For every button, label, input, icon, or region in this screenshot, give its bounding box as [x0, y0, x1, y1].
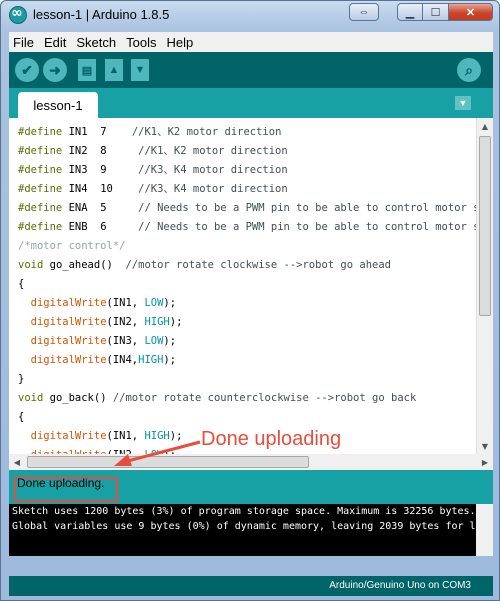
close-button[interactable]: ✕ — [449, 3, 493, 21]
serial-monitor-button[interactable]: ⌕ — [457, 58, 481, 82]
menu-file[interactable]: File — [13, 35, 34, 50]
status-message: Done uploading. — [17, 476, 105, 490]
scroll-up-icon[interactable]: ▲ — [477, 118, 493, 134]
console-line: Global variables use 9 bytes (0%) of dyn… — [12, 521, 493, 532]
magnifier-icon: ⌕ — [465, 61, 473, 78]
minimize-button[interactable]: ▁ — [397, 3, 423, 21]
save-button[interactable]: ▼ — [131, 59, 149, 81]
code-line: #define ENB 6 // Needs to be a PWM pin t… — [18, 221, 493, 233]
tab-bar: lesson-1 ▼ — [9, 88, 493, 118]
annotation-label: Done uploading — [201, 428, 342, 450]
toolbar: ✔ ➜ ▤ ▲ ▼ ⌕ — [9, 52, 493, 88]
board-port-label: Arduino/Genuino Uno on COM3 — [329, 580, 471, 591]
upload-button[interactable]: ➜ — [43, 58, 67, 82]
code-line: digitalWrite(IN3, LOW); — [30, 335, 177, 347]
tab-menu-button[interactable]: ▼ — [455, 96, 471, 110]
menu-edit[interactable]: Edit — [44, 35, 66, 50]
output-console[interactable]: Sketch uses 1200 bytes (3%) of program s… — [9, 504, 493, 556]
code-line: digitalWrite(IN1, LOW); — [30, 297, 177, 309]
checkmark-icon: ✔ — [21, 61, 33, 78]
horizontal-scrollbar[interactable]: ◀ ▶ — [9, 454, 493, 470]
triangle-down-icon: ▼ — [458, 98, 468, 108]
code-line: } — [18, 373, 25, 385]
code-line: #define IN1 7 //K1、K2 motor direction — [18, 126, 282, 138]
code-line: { — [18, 411, 25, 423]
menu-bar: File Edit Sketch Tools Help — [9, 32, 493, 52]
menu-tools[interactable]: Tools — [126, 35, 156, 50]
status-footer: Arduino/Genuino Uno on COM3 — [9, 576, 493, 596]
scroll-left-icon[interactable]: ◀ — [9, 454, 25, 470]
arduino-logo-icon — [9, 5, 27, 24]
arrow-up-icon: ▲ — [108, 64, 120, 76]
window-title: lesson-1 | Arduino 1.8.5 — [33, 7, 170, 22]
scroll-down-icon[interactable]: ▼ — [477, 438, 493, 454]
tab-lesson-1[interactable]: lesson-1 — [18, 92, 98, 118]
arrow-right-icon: ➜ — [49, 61, 61, 78]
new-button[interactable]: ▤ — [78, 59, 96, 81]
window-controls: ▁ ☐ ✕ — [397, 3, 493, 23]
code-line: /*motor control*/ — [18, 240, 126, 252]
vertical-scrollbar[interactable]: ▲ ▼ — [476, 118, 493, 454]
code-line: #define IN3 9 //K3、K4 motor direction — [18, 164, 288, 176]
arrow-down-icon: ▼ — [134, 64, 146, 76]
vertical-scroll-thumb[interactable] — [479, 136, 491, 316]
annotation-arrow-icon — [114, 440, 201, 466]
title-bar[interactable]: lesson-1 | Arduino 1.8.5 ⇔ ▁ ☐ ✕ — [1, 1, 499, 29]
menu-help[interactable]: Help — [166, 35, 193, 50]
code-line: digitalWrite(IN2, HIGH); — [30, 316, 183, 328]
open-button[interactable]: ▲ — [105, 59, 123, 81]
scroll-right-icon[interactable]: ▶ — [477, 454, 493, 470]
console-line: Sketch uses 1200 bytes (3%) of program s… — [12, 506, 476, 517]
code-line: void go_ahead() //motor rotate clockwise… — [18, 259, 391, 271]
verify-button[interactable]: ✔ — [15, 58, 39, 82]
code-line: { — [18, 278, 25, 290]
code-line: #define IN4 10 //K3、K4 motor direction — [18, 183, 288, 195]
code-line: void go_back() //motor rotate counterclo… — [18, 392, 417, 404]
code-line: #define ENA 5 // Needs to be a PWM pin t… — [18, 202, 493, 214]
code-editor[interactable]: #define IN1 7 //K1、K2 motor direction #de… — [9, 118, 493, 454]
document-icon: ▤ — [81, 64, 93, 77]
console-scrollbar[interactable] — [476, 504, 493, 556]
menu-sketch[interactable]: Sketch — [76, 35, 116, 50]
resize-icon[interactable]: ⇔ — [349, 3, 379, 21]
arduino-window: lesson-1 | Arduino 1.8.5 ⇔ ▁ ☐ ✕ File Ed… — [0, 0, 500, 601]
code-line: digitalWrite(IN4,HIGH); — [30, 354, 177, 366]
code-area[interactable]: #define IN1 7 //K1、K2 motor direction #de… — [18, 123, 493, 454]
code-line: #define IN2 8 //K1、K2 motor direction — [18, 145, 288, 157]
status-strip: Done uploading. — [9, 470, 493, 504]
maximize-button[interactable]: ☐ — [423, 3, 449, 21]
